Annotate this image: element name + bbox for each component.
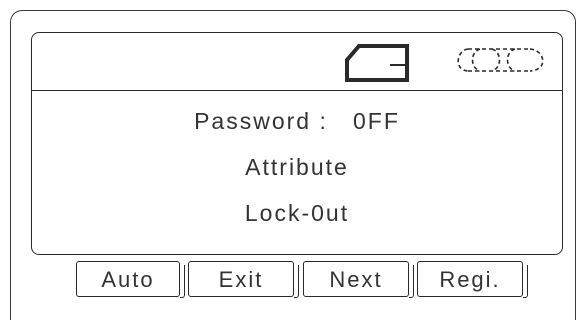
auto-button[interactable]: Auto [76, 261, 185, 298]
lcd-screen: Password : 0FF Attribute Lock-0ut [31, 32, 563, 255]
menu-item-attribute: Attribute [245, 154, 349, 180]
soft-key-bar: Auto Exit Next Regi. [76, 261, 528, 299]
card-icon [345, 44, 409, 82]
exit-button[interactable]: Exit [188, 261, 299, 298]
next-button[interactable]: Next [303, 261, 414, 298]
register-button[interactable]: Regi. [417, 261, 528, 298]
dial-icon [457, 48, 544, 72]
status-bar [32, 33, 562, 91]
menu-item-lockout: Lock-0ut [244, 200, 350, 226]
password-status: Password : 0FF [194, 108, 400, 134]
